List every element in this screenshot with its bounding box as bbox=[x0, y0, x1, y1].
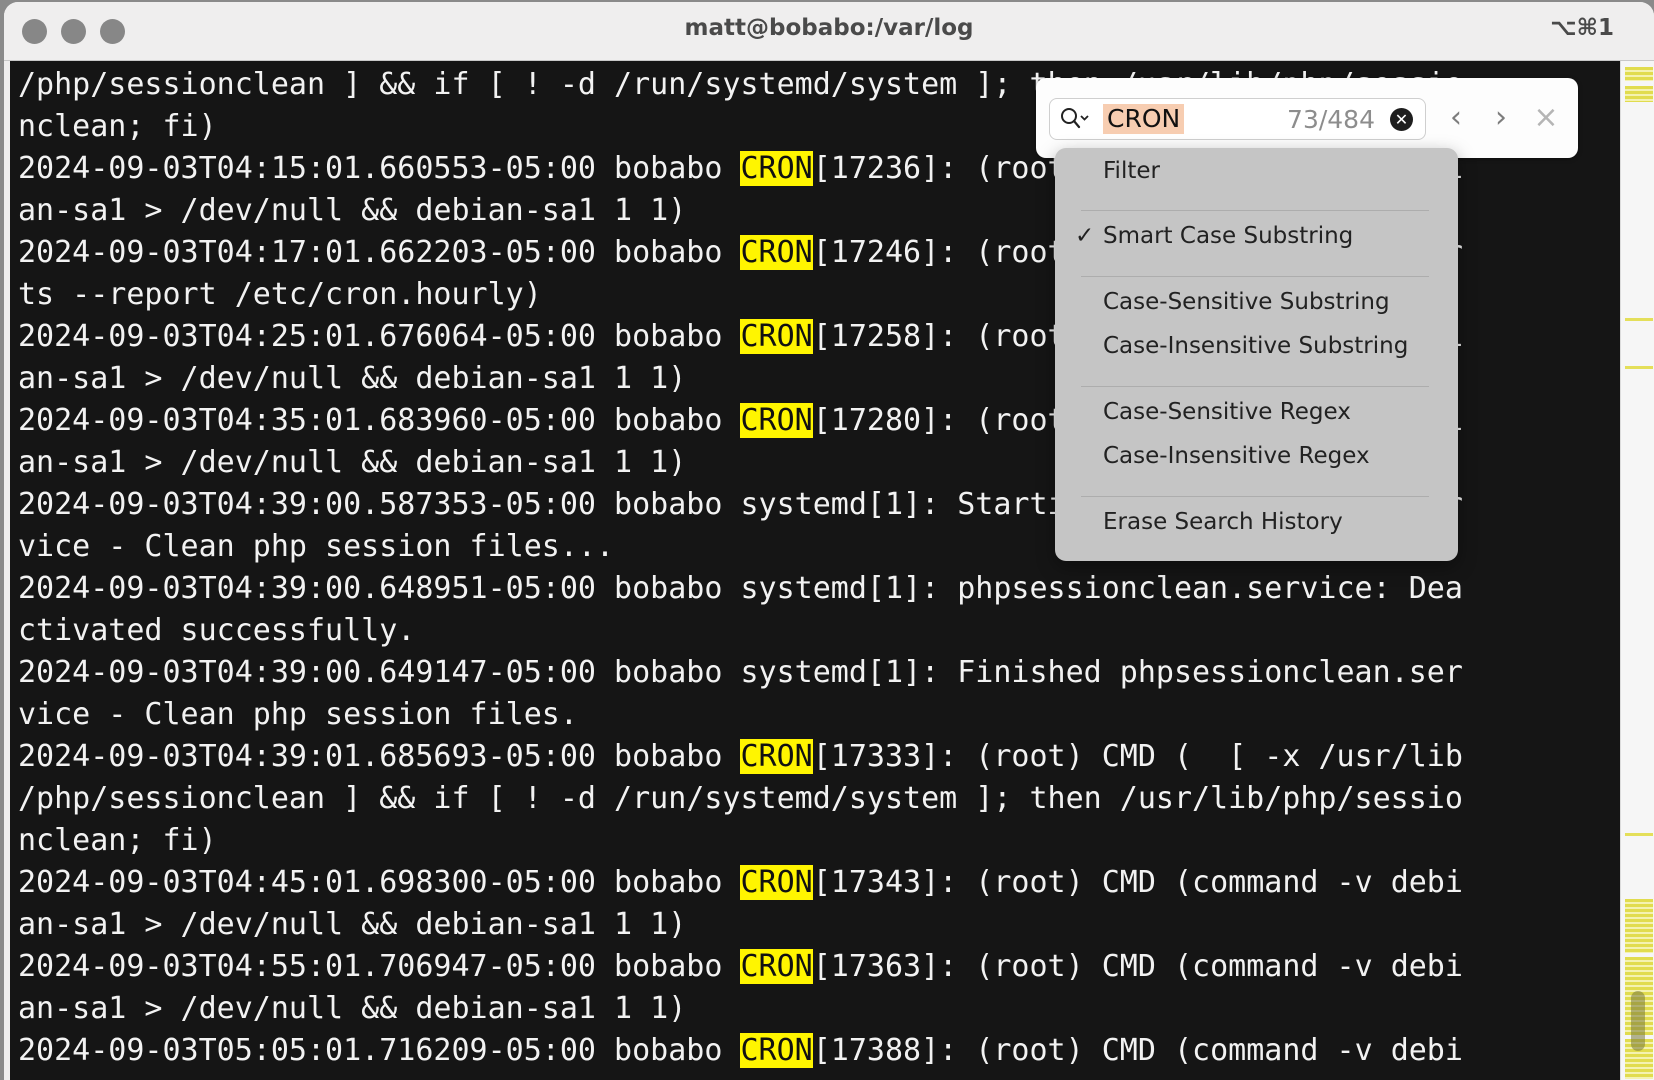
search-match-highlight: CRON bbox=[740, 739, 813, 774]
terminal-text: 2024-09-03T04:45:01.698300-05:00 bobabo bbox=[18, 865, 741, 900]
terminal-line: 2024-09-03T05:05:01.716209-05:00 bobabo … bbox=[18, 1030, 1463, 1072]
menu-separator bbox=[1081, 496, 1429, 497]
terminal-text: nclean; fi) bbox=[18, 823, 217, 858]
match-count: 73/484 bbox=[1287, 105, 1375, 134]
search-match-highlight: CRON bbox=[740, 865, 813, 900]
terminal-text: an-sa1 > /dev/null && debian-sa1 1 1) bbox=[18, 445, 687, 480]
terminal-text: an-sa1 > /dev/null && debian-sa1 1 1) bbox=[18, 991, 687, 1026]
terminal-line: 2024-09-03T04:39:01.685693-05:00 bobabo … bbox=[18, 736, 1463, 778]
terminal-text: 2024-09-03T04:25:01.676064-05:00 bobabo bbox=[18, 319, 741, 354]
search-match-highlight: CRON bbox=[740, 319, 813, 354]
menu-separator bbox=[1081, 210, 1429, 211]
match-marker bbox=[1625, 833, 1653, 836]
terminal-line: /php/sessionclean ] && if [ ! -d /run/sy… bbox=[18, 778, 1463, 820]
find-input[interactable]: CRON 73/484 ✕ bbox=[1049, 98, 1426, 140]
terminal-text: [17333]: (root) CMD ( [ -x /usr/lib bbox=[812, 739, 1463, 774]
search-match-highlight: CRON bbox=[740, 151, 813, 186]
next-match-button[interactable]: › bbox=[1486, 100, 1516, 136]
match-marker bbox=[1625, 366, 1653, 369]
menu-item-case-insensitive-substring[interactable]: Case-Insensitive Substring bbox=[1103, 333, 1408, 359]
terminal-text: [17343]: (root) CMD (command -v debi bbox=[812, 865, 1463, 900]
search-match-highlight: CRON bbox=[740, 949, 813, 984]
terminal-line: 2024-09-03T04:45:01.698300-05:00 bobabo … bbox=[18, 862, 1463, 904]
search-options-icon[interactable] bbox=[1060, 107, 1090, 131]
terminal-text: 2024-09-03T04:39:00.649147-05:00 bobabo … bbox=[18, 655, 1463, 690]
menu-item-smart-case-substring[interactable]: Smart Case Substring bbox=[1103, 223, 1353, 249]
terminal-text: vice - Clean php session files... bbox=[18, 529, 615, 564]
match-marker bbox=[1625, 318, 1653, 321]
terminal-line: 2024-09-03T04:55:01.706947-05:00 bobabo … bbox=[18, 946, 1463, 988]
checkmark-icon: ✓ bbox=[1075, 223, 1095, 249]
terminal-text: nclean; fi) bbox=[18, 109, 217, 144]
clear-search-icon[interactable]: ✕ bbox=[1390, 108, 1413, 131]
search-match-highlight: CRON bbox=[740, 403, 813, 438]
terminal-text: an-sa1 > /dev/null && debian-sa1 1 1) bbox=[18, 907, 687, 942]
terminal-text: [17363]: (root) CMD (command -v debi bbox=[812, 949, 1463, 984]
terminal-text: 2024-09-03T04:39:01.685693-05:00 bobabo bbox=[18, 739, 741, 774]
menu-item-erase-search-history[interactable]: Erase Search History bbox=[1103, 509, 1343, 535]
search-match-highlight: CRON bbox=[740, 1033, 813, 1068]
match-marker bbox=[1625, 899, 1653, 953]
scrollbar-thumb[interactable] bbox=[1631, 991, 1645, 1051]
terminal-text: /php/sessionclean ] && if [ ! -d /run/sy… bbox=[18, 781, 1463, 816]
terminal-window: matt@bobabo:/var/log ⌥⌘1 /php/sessioncle… bbox=[4, 2, 1654, 1080]
terminal-line: 2024-09-03T04:39:00.649147-05:00 bobabo … bbox=[18, 652, 1463, 694]
terminal-text: 2024-09-03T04:35:01.683960-05:00 bobabo bbox=[18, 403, 741, 438]
terminal-line: an-sa1 > /dev/null && debian-sa1 1 1) bbox=[18, 904, 1463, 946]
terminal-text: 2024-09-03T05:05:01.716209-05:00 bobabo bbox=[18, 1033, 741, 1068]
terminal-text: 2024-09-03T04:17:01.662203-05:00 bobabo bbox=[18, 235, 741, 270]
terminal-text: an-sa1 > /dev/null && debian-sa1 1 1) bbox=[18, 193, 687, 228]
previous-match-button[interactable]: ‹ bbox=[1441, 100, 1471, 136]
terminal-line: ctivated successfully. bbox=[18, 610, 1463, 652]
terminal-line: 2024-09-03T04:39:00.648951-05:00 bobabo … bbox=[18, 568, 1463, 610]
terminal-line: vice - Clean php session files. bbox=[18, 694, 1463, 736]
menu-item-case-insensitive-regex[interactable]: Case-Insensitive Regex bbox=[1103, 443, 1370, 469]
match-marker bbox=[1625, 67, 1653, 81]
terminal-text: ctivated successfully. bbox=[18, 613, 416, 648]
search-mode-menu: Filter ✓ Smart Case Substring Case-Sensi… bbox=[1055, 148, 1458, 561]
menu-item-filter[interactable]: Filter bbox=[1103, 158, 1160, 184]
window-shortcut: ⌥⌘1 bbox=[1550, 15, 1614, 41]
terminal-text: 2024-09-03T04:55:01.706947-05:00 bobabo bbox=[18, 949, 741, 984]
menu-separator bbox=[1081, 276, 1429, 277]
terminal-text: vice - Clean php session files. bbox=[18, 697, 578, 732]
vertical-scrollbar[interactable] bbox=[1620, 61, 1654, 1080]
find-query[interactable]: CRON bbox=[1103, 104, 1185, 134]
terminal-line: an-sa1 > /dev/null && debian-sa1 1 1) bbox=[18, 988, 1463, 1030]
terminal-text: 2024-09-03T04:15:01.660553-05:00 bobabo bbox=[18, 151, 741, 186]
terminal-text: ts --report /etc/cron.hourly) bbox=[18, 277, 542, 312]
terminal-text: [17388]: (root) CMD (command -v debi bbox=[812, 1033, 1463, 1068]
terminal-text: 2024-09-03T04:39:00.648951-05:00 bobabo … bbox=[18, 571, 1463, 606]
find-bar: CRON 73/484 ✕ ‹ › × bbox=[1036, 78, 1578, 158]
close-find-button[interactable]: × bbox=[1531, 100, 1561, 136]
terminal-text: an-sa1 > /dev/null && debian-sa1 1 1) bbox=[18, 361, 687, 396]
terminal-line: nclean; fi) bbox=[18, 820, 1463, 862]
title-bar[interactable]: matt@bobabo:/var/log ⌥⌘1 bbox=[4, 2, 1654, 61]
menu-item-case-sensitive-substring[interactable]: Case-Sensitive Substring bbox=[1103, 289, 1390, 315]
match-marker bbox=[1625, 86, 1653, 102]
menu-item-case-sensitive-regex[interactable]: Case-Sensitive Regex bbox=[1103, 399, 1351, 425]
menu-separator bbox=[1081, 386, 1429, 387]
window-title: matt@bobabo:/var/log bbox=[684, 15, 974, 41]
search-match-highlight: CRON bbox=[740, 235, 813, 270]
